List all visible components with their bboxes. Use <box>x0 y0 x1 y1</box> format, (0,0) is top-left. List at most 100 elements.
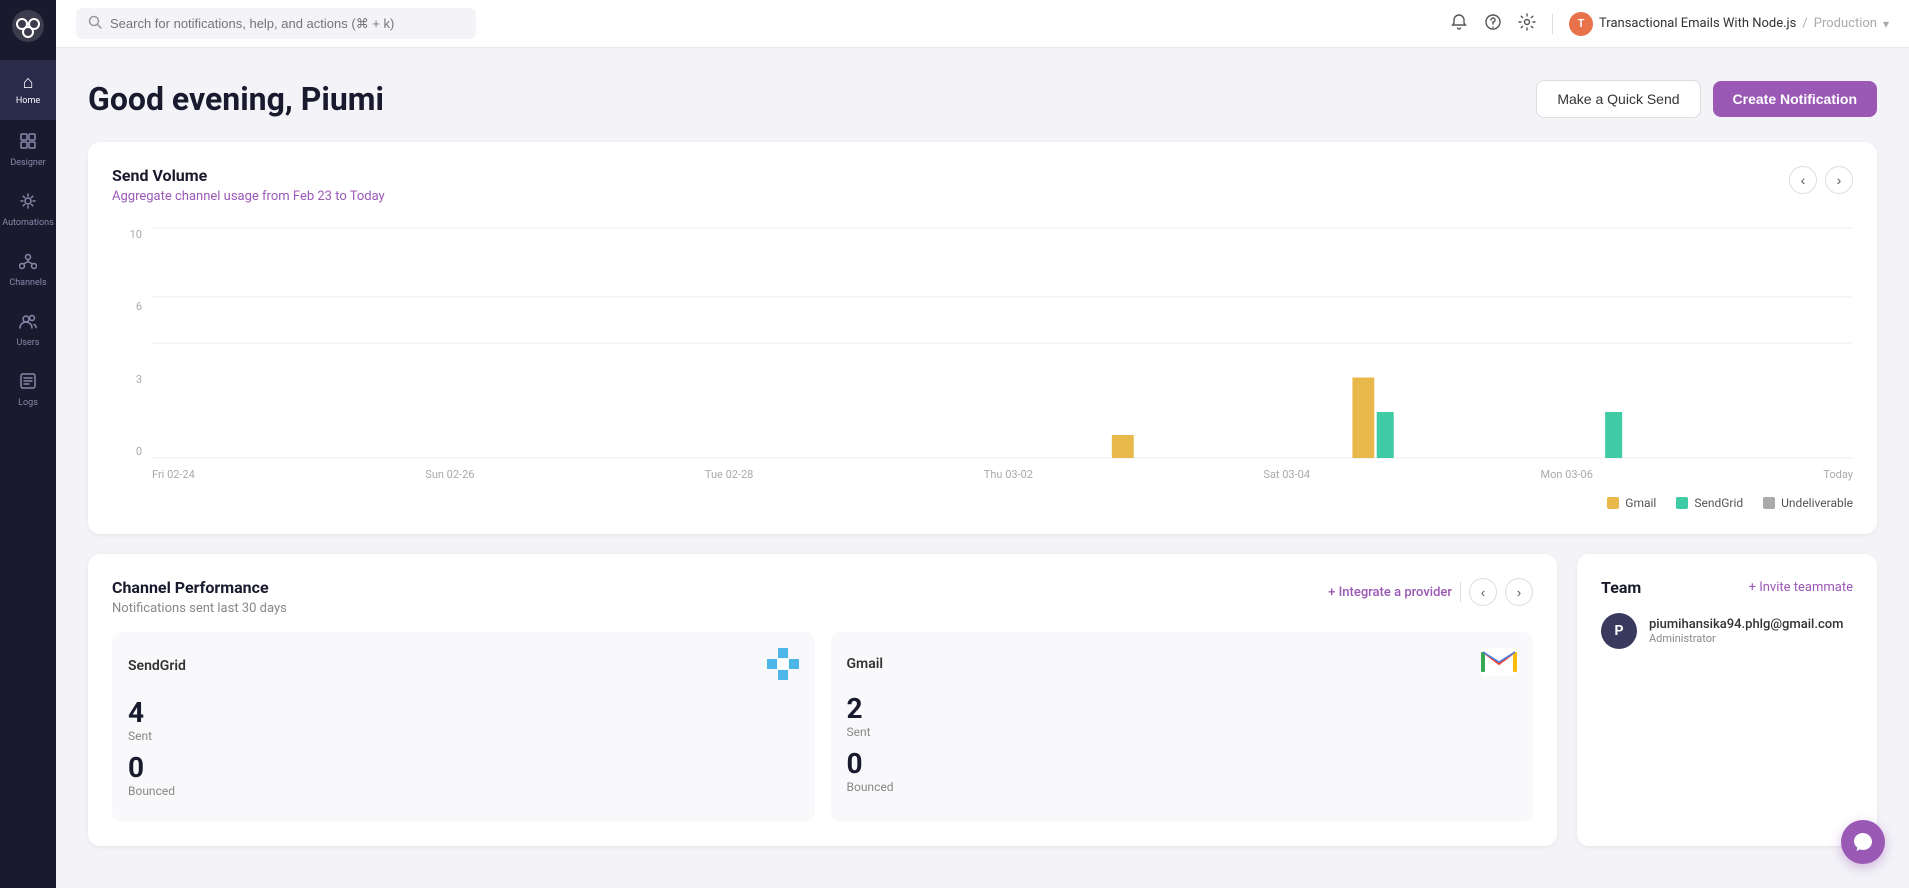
legend-gmail: Gmail <box>1607 496 1656 510</box>
content-area: Good evening, Piumi Make a Quick Send Cr… <box>56 48 1909 888</box>
gmail-other-value: 0 <box>847 747 1518 780</box>
logs-icon <box>19 372 37 394</box>
chat-icon <box>1852 831 1874 853</box>
sidebar-label-channels: Channels <box>9 278 46 288</box>
channel-performance-card: Channel Performance Notifications sent l… <box>88 554 1557 846</box>
chart-y-0: 0 <box>136 445 142 458</box>
workspace-env: Production <box>1814 16 1877 31</box>
legend-gmail-dot <box>1607 497 1619 509</box>
team-card: Team + Invite teammate P piumihansika94.… <box>1577 554 1877 846</box>
settings-icon[interactable] <box>1518 13 1536 35</box>
chart-y-10: 10 <box>130 228 142 241</box>
sidebar: ⌂ Home Designer Automations <box>0 0 56 888</box>
legend-sendgrid: SendGrid <box>1676 496 1743 510</box>
chart-y-labels: 10 6 3 0 <box>112 228 148 458</box>
chart-x-labels: Fri 02-24 Sun 02-26 Tue 02-28 Thu 03-02 … <box>152 460 1853 488</box>
chart-next-button[interactable]: › <box>1825 166 1853 194</box>
team-title: Team <box>1601 578 1641 597</box>
chart-prev-button[interactable]: ‹ <box>1789 166 1817 194</box>
chart-svg-container <box>152 228 1853 458</box>
gmail-logo-icon <box>1481 648 1517 680</box>
member-role: Administrator <box>1649 632 1853 645</box>
chart-y-6: 6 <box>136 300 142 313</box>
chart-x-fri: Fri 02-24 <box>152 468 195 481</box>
bell-icon[interactable] <box>1450 13 1468 35</box>
bar-sat-gmail <box>1112 435 1134 458</box>
sidebar-item-home[interactable]: ⌂ Home <box>0 60 56 120</box>
member-info: piumihansika94.phlg@gmail.com Administra… <box>1649 617 1853 645</box>
send-volume-subtitle: Aggregate channel usage from Feb 23 to T… <box>112 189 385 204</box>
legend-undeliverable: Undeliverable <box>1763 496 1853 510</box>
channel-item-sendgrid-header: SendGrid <box>128 648 799 684</box>
search-input[interactable] <box>110 16 464 31</box>
chart-area: 10 6 3 0 <box>112 228 1853 488</box>
legend-undeliverable-label: Undeliverable <box>1781 496 1853 510</box>
sidebar-logo <box>10 8 46 44</box>
sidebar-item-users[interactable]: Users <box>0 300 56 360</box>
automations-icon <box>19 192 37 214</box>
chat-bubble[interactable] <box>1841 820 1885 864</box>
member-email: piumihansika94.phlg@gmail.com <box>1649 617 1853 632</box>
sendgrid-sent-label: Sent <box>128 729 799 743</box>
sidebar-item-automations[interactable]: Automations <box>0 180 56 240</box>
channel-header-divider <box>1460 582 1461 602</box>
channel-prev-button[interactable]: ‹ <box>1469 578 1497 606</box>
chart-x-tue: Tue 02-28 <box>705 468 753 481</box>
sidebar-label-home: Home <box>16 96 40 106</box>
member-avatar: P <box>1601 613 1637 649</box>
sidebar-item-designer[interactable]: Designer <box>0 120 56 180</box>
workspace-avatar: T <box>1569 12 1593 36</box>
sidebar-label-logs: Logs <box>18 398 38 408</box>
gmail-sent-value: 2 <box>847 692 1518 725</box>
sidebar-label-automations: Automations <box>2 218 53 228</box>
send-volume-title: Send Volume <box>112 166 385 185</box>
sendgrid-logo-icon <box>767 648 799 684</box>
chart-legend: Gmail SendGrid Undeliverable <box>112 496 1853 510</box>
sidebar-item-logs[interactable]: Logs <box>0 360 56 420</box>
integrate-provider-link[interactable]: + Integrate a provider <box>1328 585 1452 600</box>
chart-x-sun: Sun 02-26 <box>425 468 474 481</box>
sidebar-label-users: Users <box>17 338 40 348</box>
page-title: Good evening, Piumi <box>88 80 384 118</box>
help-icon[interactable] <box>1484 13 1502 35</box>
bottom-section: Channel Performance Notifications sent l… <box>88 554 1877 846</box>
chart-svg <box>152 228 1853 458</box>
topbar: T Transactional Emails With Node.js / Pr… <box>56 0 1909 48</box>
designer-icon <box>19 132 37 154</box>
legend-gmail-label: Gmail <box>1625 496 1656 510</box>
channel-header-actions: + Integrate a provider ‹ › <box>1328 578 1533 606</box>
sidebar-label-designer: Designer <box>10 158 45 168</box>
channel-item-gmail-header: Gmail <box>847 648 1518 680</box>
workspace-chevron-icon: ▾ <box>1883 17 1889 31</box>
chart-x-sat: Sat 03-04 <box>1263 468 1310 481</box>
channel-header: Channel Performance Notifications sent l… <box>112 578 1533 616</box>
users-icon <box>19 312 37 334</box>
channel-perf-title: Channel Performance <box>112 578 287 597</box>
quick-send-button[interactable]: Make a Quick Send <box>1536 80 1700 118</box>
gmail-sent-label: Sent <box>847 725 1518 739</box>
channel-item-gmail: Gmail <box>831 632 1534 822</box>
gmail-other-label: Bounced <box>847 780 1518 794</box>
workspace-selector[interactable]: T Transactional Emails With Node.js / Pr… <box>1569 12 1889 36</box>
send-volume-card: Send Volume Aggregate channel usage from… <box>88 142 1877 534</box>
search-box[interactable] <box>76 8 476 39</box>
legend-sendgrid-label: SendGrid <box>1694 496 1743 510</box>
bar-mon-gmail <box>1352 378 1374 459</box>
sidebar-item-channels[interactable]: Channels <box>0 240 56 300</box>
topbar-right: T Transactional Emails With Node.js / Pr… <box>1450 12 1889 36</box>
chart-x-mon: Mon 03-06 <box>1540 468 1592 481</box>
workspace-name: Transactional Emails With Node.js <box>1599 16 1796 31</box>
chart-y-3: 3 <box>136 373 142 386</box>
channel-next-button[interactable]: › <box>1505 578 1533 606</box>
team-member: P piumihansika94.phlg@gmail.com Administ… <box>1601 613 1853 649</box>
channel-name-sendgrid: SendGrid <box>128 658 186 674</box>
main-area: T Transactional Emails With Node.js / Pr… <box>56 0 1909 888</box>
channel-item-sendgrid: SendGrid <box>112 632 815 822</box>
header-actions: Make a Quick Send Create Notification <box>1536 80 1877 118</box>
channel-grid: SendGrid <box>112 632 1533 822</box>
create-notification-button[interactable]: Create Notification <box>1713 81 1877 117</box>
search-icon <box>88 14 102 33</box>
invite-teammate-link[interactable]: + Invite teammate <box>1749 580 1853 595</box>
bar-mon-sendgrid <box>1377 412 1394 458</box>
topbar-divider <box>1552 14 1553 34</box>
